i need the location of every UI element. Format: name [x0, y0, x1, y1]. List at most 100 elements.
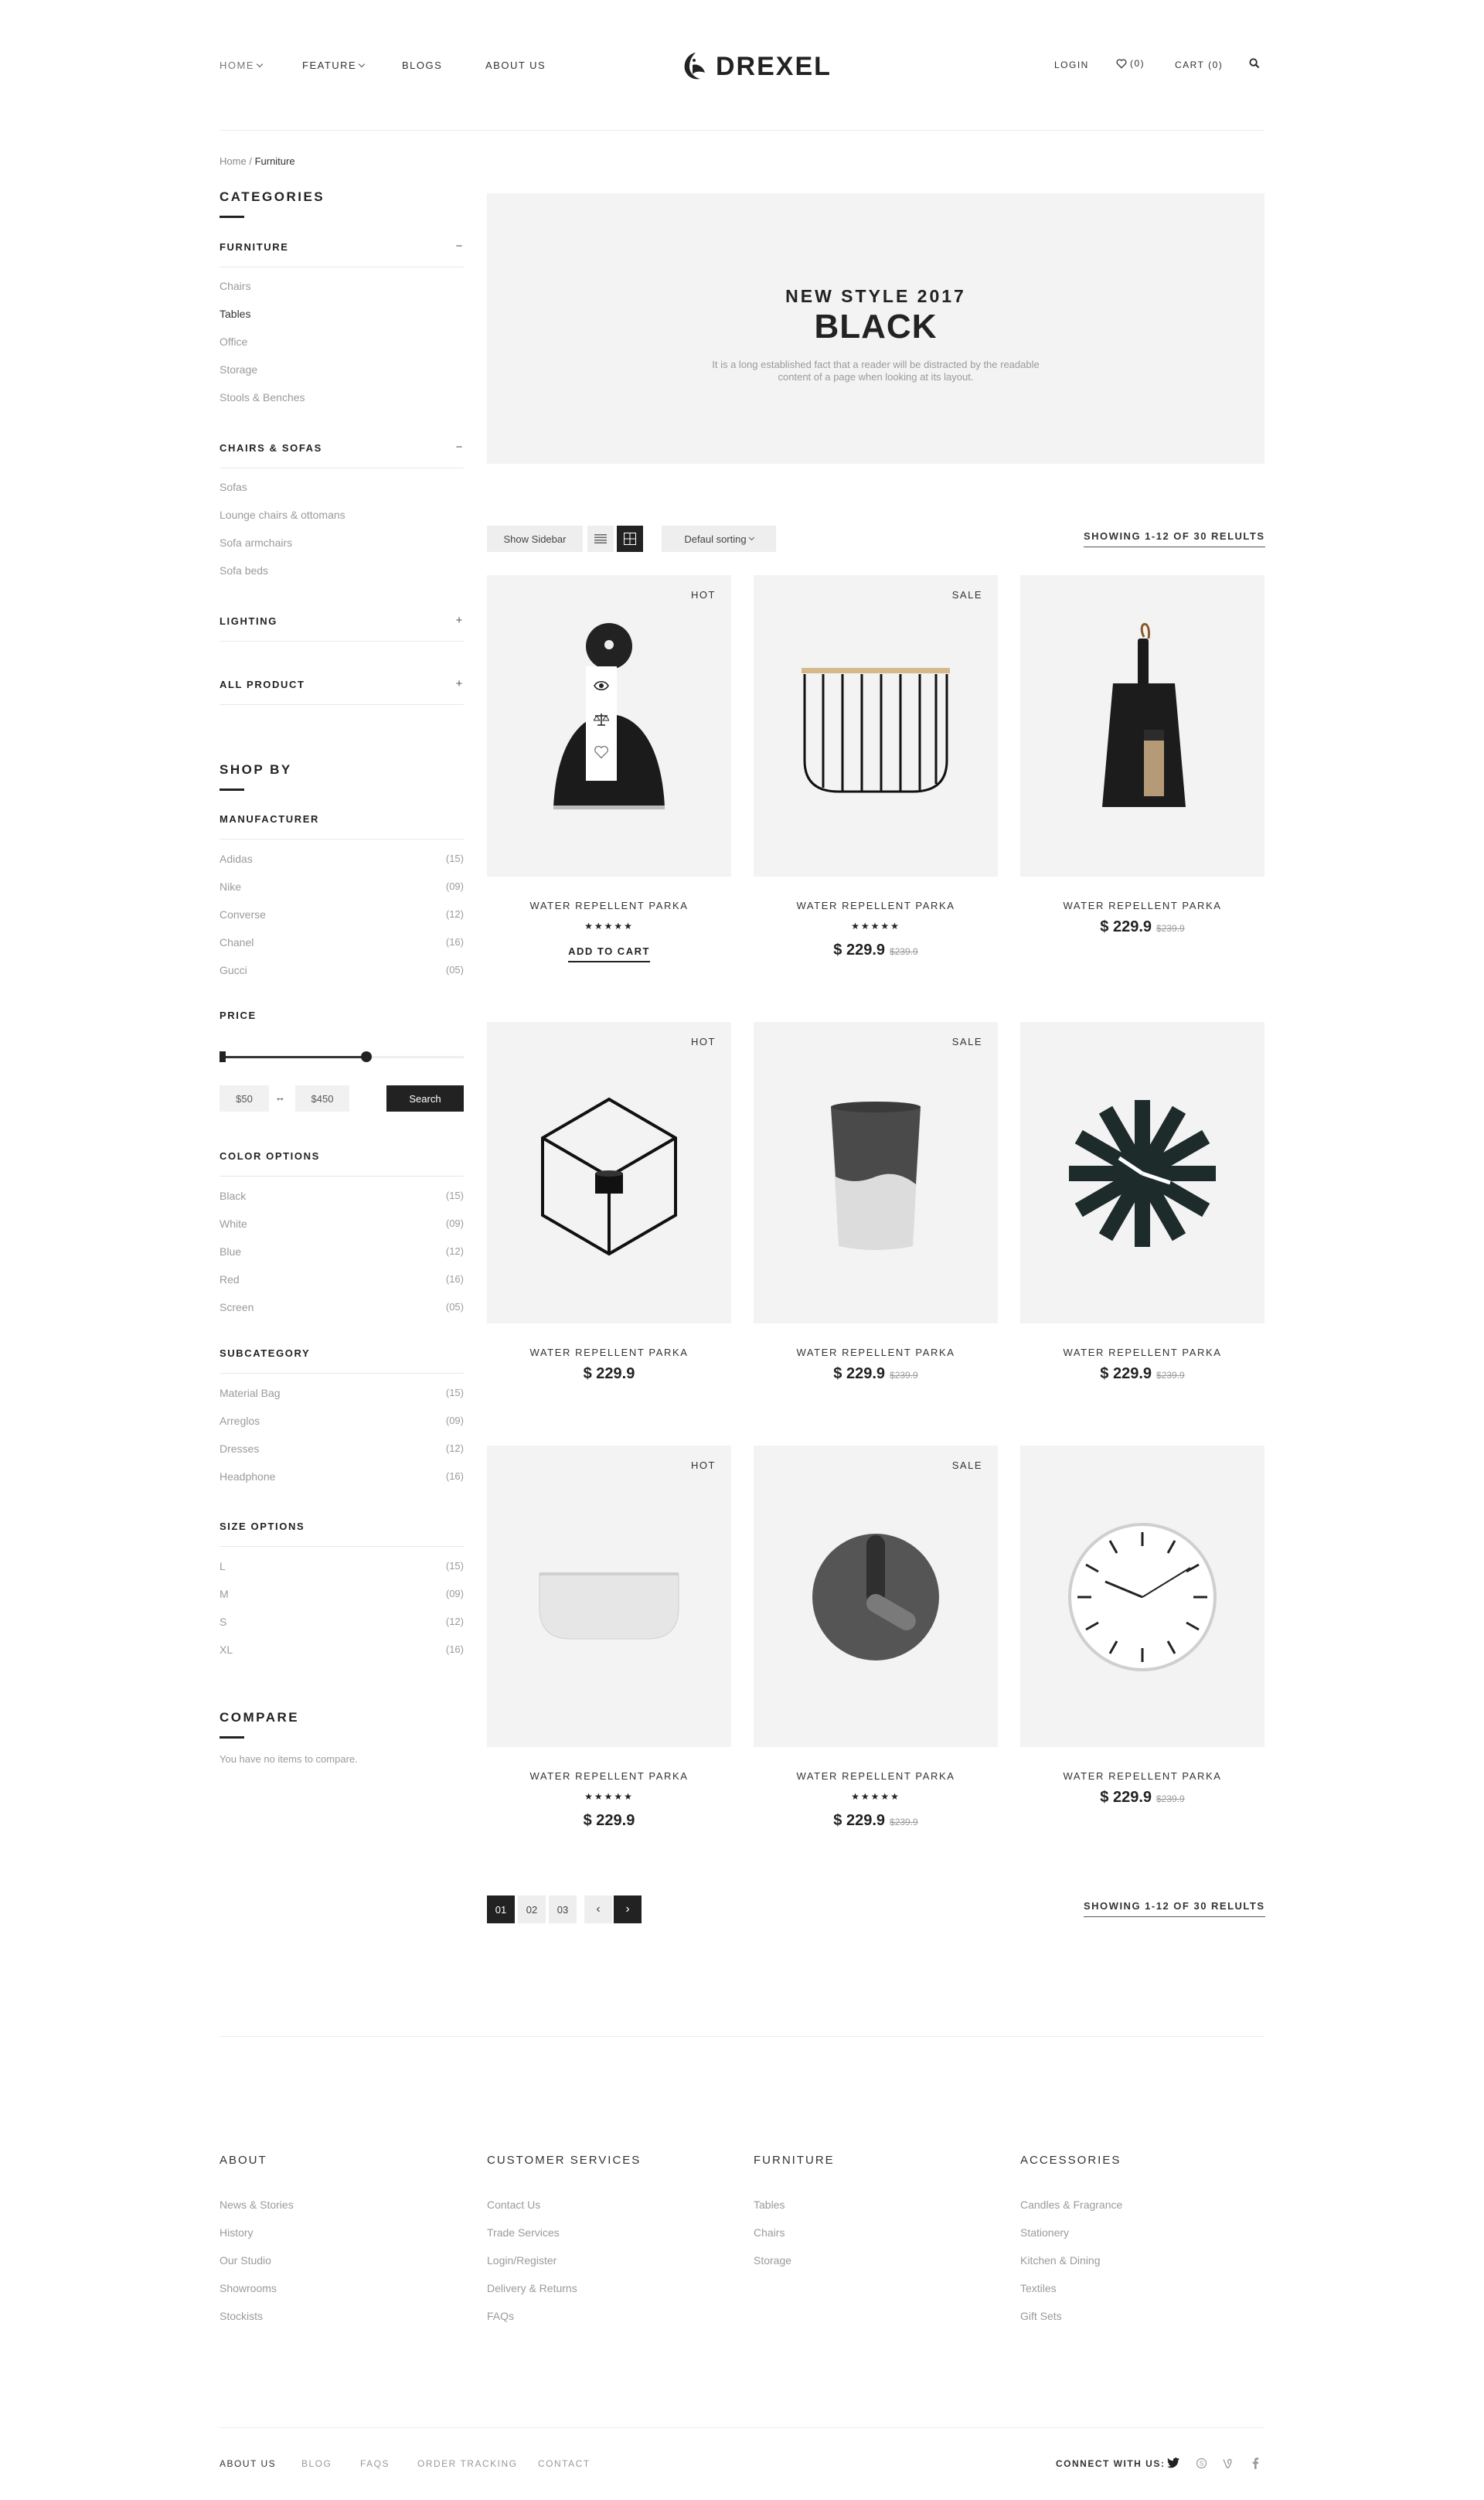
footer-link[interactable]: Login/Register	[487, 2254, 556, 2267]
page-3-button[interactable]: 03	[549, 1895, 577, 1923]
category-link-sofa-beds[interactable]: Sofa beds	[220, 564, 268, 577]
quick-view-button[interactable]	[594, 680, 609, 695]
product-image[interactable]	[1020, 575, 1264, 877]
prev-page-button[interactable]: ‹	[584, 1895, 612, 1923]
bottom-link-order-tracking[interactable]: ORDER TRACKING	[417, 2458, 517, 2469]
category-link-lounge-chairs[interactable]: Lounge chairs & ottomans	[220, 509, 345, 521]
product-image[interactable]: SALE	[754, 1446, 998, 1747]
page-2-button[interactable]: 02	[518, 1895, 546, 1923]
product-image[interactable]: HOT	[487, 1022, 731, 1323]
add-to-cart-button[interactable]: ADD TO CART	[487, 945, 731, 962]
footer-link[interactable]: Chairs	[754, 2226, 785, 2239]
page-1-button[interactable]: 01	[487, 1895, 515, 1923]
wishlist-link[interactable]: (0)	[1116, 58, 1145, 69]
filter-size-l[interactable]: L (15)	[220, 1560, 464, 1572]
filter-manufacturer-gucci[interactable]: Gucci (05)	[220, 964, 464, 976]
filter-color-white[interactable]: White (09)	[220, 1218, 464, 1230]
product-name[interactable]: WATER REPELLENT PARKA	[754, 1770, 998, 1782]
product-image[interactable]: HOT	[487, 1446, 731, 1747]
filter-manufacturer-converse[interactable]: Converse (12)	[220, 908, 464, 921]
breadcrumb-home[interactable]: Home	[220, 155, 247, 167]
category-chairs-sofas[interactable]: CHAIRS & SOFAS −	[220, 441, 464, 468]
product-image[interactable]: SALE	[754, 1022, 998, 1323]
skype-link[interactable]: S	[1193, 2455, 1209, 2471]
product-image[interactable]: HOT	[487, 575, 731, 877]
footer-link[interactable]: Delivery & Returns	[487, 2282, 577, 2294]
expand-icon[interactable]: +	[456, 677, 464, 690]
filter-subcategory-headphone[interactable]: Headphone (16)	[220, 1470, 464, 1483]
filter-subcategory-dresses[interactable]: Dresses (12)	[220, 1442, 464, 1455]
category-link-sofas[interactable]: Sofas	[220, 481, 247, 493]
filter-color-black[interactable]: Black (15)	[220, 1190, 464, 1202]
footer-link[interactable]: News & Stories	[220, 2199, 294, 2211]
nav-blogs[interactable]: BLOGS	[402, 60, 442, 71]
twitter-link[interactable]	[1166, 2455, 1181, 2471]
category-furniture[interactable]: FURNITURE −	[220, 240, 464, 267]
filter-subcategory-material-bag[interactable]: Material Bag (15)	[220, 1387, 464, 1399]
product-image[interactable]: SALE	[754, 575, 998, 877]
filter-size-xl[interactable]: XL (16)	[220, 1643, 464, 1656]
filter-color-red[interactable]: Red (16)	[220, 1273, 464, 1286]
footer-link[interactable]: Trade Services	[487, 2226, 560, 2239]
wishlist-button[interactable]	[594, 745, 609, 763]
product-name[interactable]: WATER REPELLENT PARKA	[754, 900, 998, 911]
login-link[interactable]: LOGIN	[1054, 60, 1089, 70]
footer-link[interactable]: Stockists	[220, 2310, 263, 2322]
next-page-button[interactable]: ›	[614, 1895, 642, 1923]
footer-link[interactable]: Stationery	[1020, 2226, 1069, 2239]
list-view-button[interactable]	[587, 526, 614, 552]
category-all-product[interactable]: ALL PRODUCT +	[220, 677, 464, 705]
price-search-button[interactable]: Search	[386, 1085, 464, 1112]
bottom-link-faqs[interactable]: FAQS	[360, 2458, 390, 2469]
footer-link[interactable]: Tables	[754, 2199, 785, 2211]
category-link-office[interactable]: Office	[220, 335, 247, 348]
bottom-link-contact[interactable]: CONTACT	[538, 2458, 591, 2469]
nav-feature[interactable]: FEATURE	[302, 60, 366, 71]
filter-subcategory-arreglos[interactable]: Arreglos (09)	[220, 1415, 464, 1427]
footer-link[interactable]: FAQs	[487, 2310, 514, 2322]
product-name[interactable]: WATER REPELLENT PARKA	[754, 1347, 998, 1358]
product-image[interactable]	[1020, 1022, 1264, 1323]
category-link-stools-benches[interactable]: Stools & Benches	[220, 391, 305, 404]
collapse-icon[interactable]: −	[456, 441, 464, 454]
search-button[interactable]	[1249, 58, 1260, 73]
category-lighting[interactable]: LIGHTING +	[220, 614, 464, 642]
filter-color-screen[interactable]: Screen (05)	[220, 1301, 464, 1313]
cart-link[interactable]: CART (0)	[1175, 60, 1223, 70]
price-slider-min-handle[interactable]	[220, 1051, 226, 1062]
price-min-field[interactable]: $50	[220, 1085, 269, 1112]
filter-manufacturer-nike[interactable]: Nike (09)	[220, 880, 464, 893]
compare-button[interactable]	[593, 713, 610, 731]
bottom-link-about-us[interactable]: ABOUT US	[220, 2458, 276, 2469]
facebook-link[interactable]	[1247, 2455, 1263, 2471]
category-link-tables[interactable]: Tables	[220, 308, 250, 320]
footer-link[interactable]: History	[220, 2226, 254, 2239]
price-slider[interactable]	[220, 1051, 464, 1062]
product-image[interactable]	[1020, 1446, 1264, 1747]
show-sidebar-button[interactable]: Show Sidebar	[487, 526, 583, 552]
sort-select[interactable]: Defaul sorting	[662, 526, 776, 552]
nav-about-us[interactable]: ABOUT US	[485, 60, 546, 71]
grid-view-button[interactable]	[617, 526, 643, 552]
bottom-link-blog[interactable]: BLOG	[301, 2458, 332, 2469]
filter-manufacturer-adidas[interactable]: Adidas (15)	[220, 853, 464, 865]
footer-link[interactable]: Kitchen & Dining	[1020, 2254, 1101, 2267]
product-name[interactable]: WATER REPELLENT PARKA	[487, 900, 731, 911]
footer-link[interactable]: Our Studio	[220, 2254, 271, 2267]
category-link-storage[interactable]: Storage	[220, 363, 257, 376]
filter-manufacturer-chanel[interactable]: Chanel (16)	[220, 936, 464, 949]
vine-link[interactable]	[1220, 2455, 1235, 2471]
site-logo[interactable]: DREXEL	[680, 48, 832, 85]
product-name[interactable]: WATER REPELLENT PARKA	[1020, 1770, 1264, 1782]
product-name[interactable]: WATER REPELLENT PARKA	[1020, 900, 1264, 911]
filter-size-s[interactable]: S (12)	[220, 1616, 464, 1628]
filter-size-m[interactable]: M (09)	[220, 1588, 464, 1600]
product-name[interactable]: WATER REPELLENT PARKA	[487, 1770, 731, 1782]
footer-link[interactable]: Storage	[754, 2254, 791, 2267]
price-slider-max-handle[interactable]	[361, 1051, 372, 1062]
nav-home[interactable]: HOME	[220, 60, 264, 71]
footer-link[interactable]: Contact Us	[487, 2199, 540, 2211]
footer-link[interactable]: Showrooms	[220, 2282, 277, 2294]
collapse-icon[interactable]: −	[456, 240, 464, 253]
footer-link[interactable]: Textiles	[1020, 2282, 1057, 2294]
